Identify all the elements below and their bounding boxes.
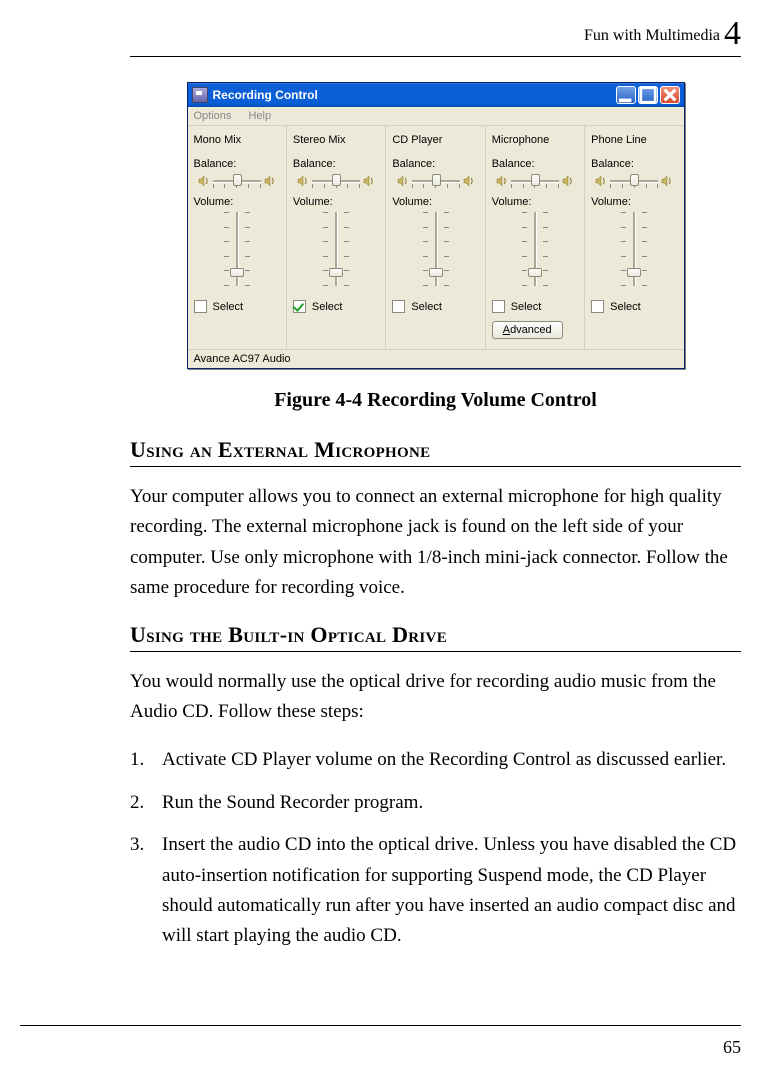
select-label: Select bbox=[511, 301, 542, 313]
list-item: 3.Insert the audio CD into the optical d… bbox=[130, 830, 741, 952]
figure-wrap: Recording Control Options Help bbox=[130, 82, 741, 369]
select-label: Select bbox=[411, 301, 442, 313]
channel-title: Stereo Mix bbox=[293, 134, 379, 146]
balance-label: Balance: bbox=[492, 158, 578, 170]
speaker-right-icon bbox=[562, 175, 574, 187]
balance-label: Balance: bbox=[392, 158, 478, 170]
section-heading: Using the Built-in Optical Drive bbox=[130, 622, 741, 652]
balance-slider[interactable] bbox=[312, 172, 360, 190]
channel-microphone: Microphone Balance: Volume: Select Advan… bbox=[486, 126, 585, 349]
figure-caption: Figure 4-4 Recording Volume Control bbox=[130, 389, 741, 412]
app-icon bbox=[192, 87, 208, 103]
select-checkbox[interactable] bbox=[492, 300, 505, 313]
list-item: 2.Run the Sound Recorder program. bbox=[130, 788, 741, 818]
balance-slider[interactable] bbox=[213, 172, 261, 190]
volume-label: Volume: bbox=[492, 196, 578, 208]
balance-slider[interactable] bbox=[511, 172, 559, 190]
volume-label: Volume: bbox=[194, 196, 280, 208]
balance-label: Balance: bbox=[591, 158, 677, 170]
channels-container: Mono Mix Balance: Volume: Select Stereo … bbox=[188, 126, 684, 349]
footer-rule bbox=[20, 1025, 741, 1026]
section-body: Your computer allows you to connect an e… bbox=[130, 482, 741, 604]
speaker-right-icon bbox=[264, 175, 276, 187]
speaker-left-icon bbox=[198, 175, 210, 187]
select-checkbox[interactable] bbox=[392, 300, 405, 313]
balance-label: Balance: bbox=[293, 158, 379, 170]
volume-slider[interactable] bbox=[511, 210, 559, 288]
menu-bar: Options Help bbox=[188, 107, 684, 126]
speaker-right-icon bbox=[463, 175, 475, 187]
speaker-left-icon bbox=[397, 175, 409, 187]
minimize-button[interactable] bbox=[616, 86, 636, 104]
channel-cd-player: CD Player Balance: Volume: Select bbox=[386, 126, 485, 349]
channel-title: CD Player bbox=[392, 134, 478, 146]
menu-options[interactable]: Options bbox=[194, 110, 232, 122]
running-header: Fun with Multimedia 4 bbox=[130, 15, 741, 57]
select-checkbox[interactable] bbox=[293, 300, 306, 313]
window-titlebar[interactable]: Recording Control bbox=[188, 83, 684, 107]
speaker-left-icon bbox=[297, 175, 309, 187]
speaker-left-icon bbox=[496, 175, 508, 187]
select-label: Select bbox=[610, 301, 641, 313]
close-button[interactable] bbox=[660, 86, 680, 104]
list-item: 1.Activate CD Player volume on the Recor… bbox=[130, 745, 741, 775]
select-checkbox[interactable] bbox=[591, 300, 604, 313]
volume-slider[interactable] bbox=[213, 210, 261, 288]
advanced-button[interactable]: Advanced bbox=[492, 321, 563, 339]
recording-control-window: Recording Control Options Help bbox=[187, 82, 685, 369]
status-bar: Avance AC97 Audio bbox=[188, 349, 684, 368]
ordered-list: 1.Activate CD Player volume on the Recor… bbox=[130, 745, 741, 951]
volume-slider[interactable] bbox=[312, 210, 360, 288]
volume-slider[interactable] bbox=[412, 210, 460, 288]
balance-label: Balance: bbox=[194, 158, 280, 170]
speaker-right-icon bbox=[363, 175, 375, 187]
channel-mono-mix: Mono Mix Balance: Volume: Select bbox=[188, 126, 287, 349]
volume-slider[interactable] bbox=[610, 210, 658, 288]
volume-label: Volume: bbox=[591, 196, 677, 208]
channel-stereo-mix: Stereo Mix Balance: Volume: Select bbox=[287, 126, 386, 349]
section-heading: Using an External Microphone bbox=[130, 437, 741, 467]
chapter-number: 4 bbox=[724, 15, 741, 52]
header-title: Fun with Multimedia bbox=[584, 27, 720, 44]
window-title: Recording Control bbox=[213, 88, 616, 102]
maximize-button[interactable] bbox=[638, 86, 658, 104]
channel-title: Mono Mix bbox=[194, 134, 280, 146]
channel-title: Phone Line bbox=[591, 134, 677, 146]
channel-title: Microphone bbox=[492, 134, 578, 146]
speaker-right-icon bbox=[661, 175, 673, 187]
speaker-left-icon bbox=[595, 175, 607, 187]
balance-slider[interactable] bbox=[412, 172, 460, 190]
balance-slider[interactable] bbox=[610, 172, 658, 190]
menu-help[interactable]: Help bbox=[248, 110, 271, 122]
select-checkbox[interactable] bbox=[194, 300, 207, 313]
select-label: Select bbox=[312, 301, 343, 313]
volume-label: Volume: bbox=[392, 196, 478, 208]
page-number: 65 bbox=[723, 1037, 741, 1058]
volume-label: Volume: bbox=[293, 196, 379, 208]
section-body: You would normally use the optical drive… bbox=[130, 667, 741, 728]
select-label: Select bbox=[213, 301, 244, 313]
channel-phone-line: Phone Line Balance: Volume: Select bbox=[585, 126, 683, 349]
